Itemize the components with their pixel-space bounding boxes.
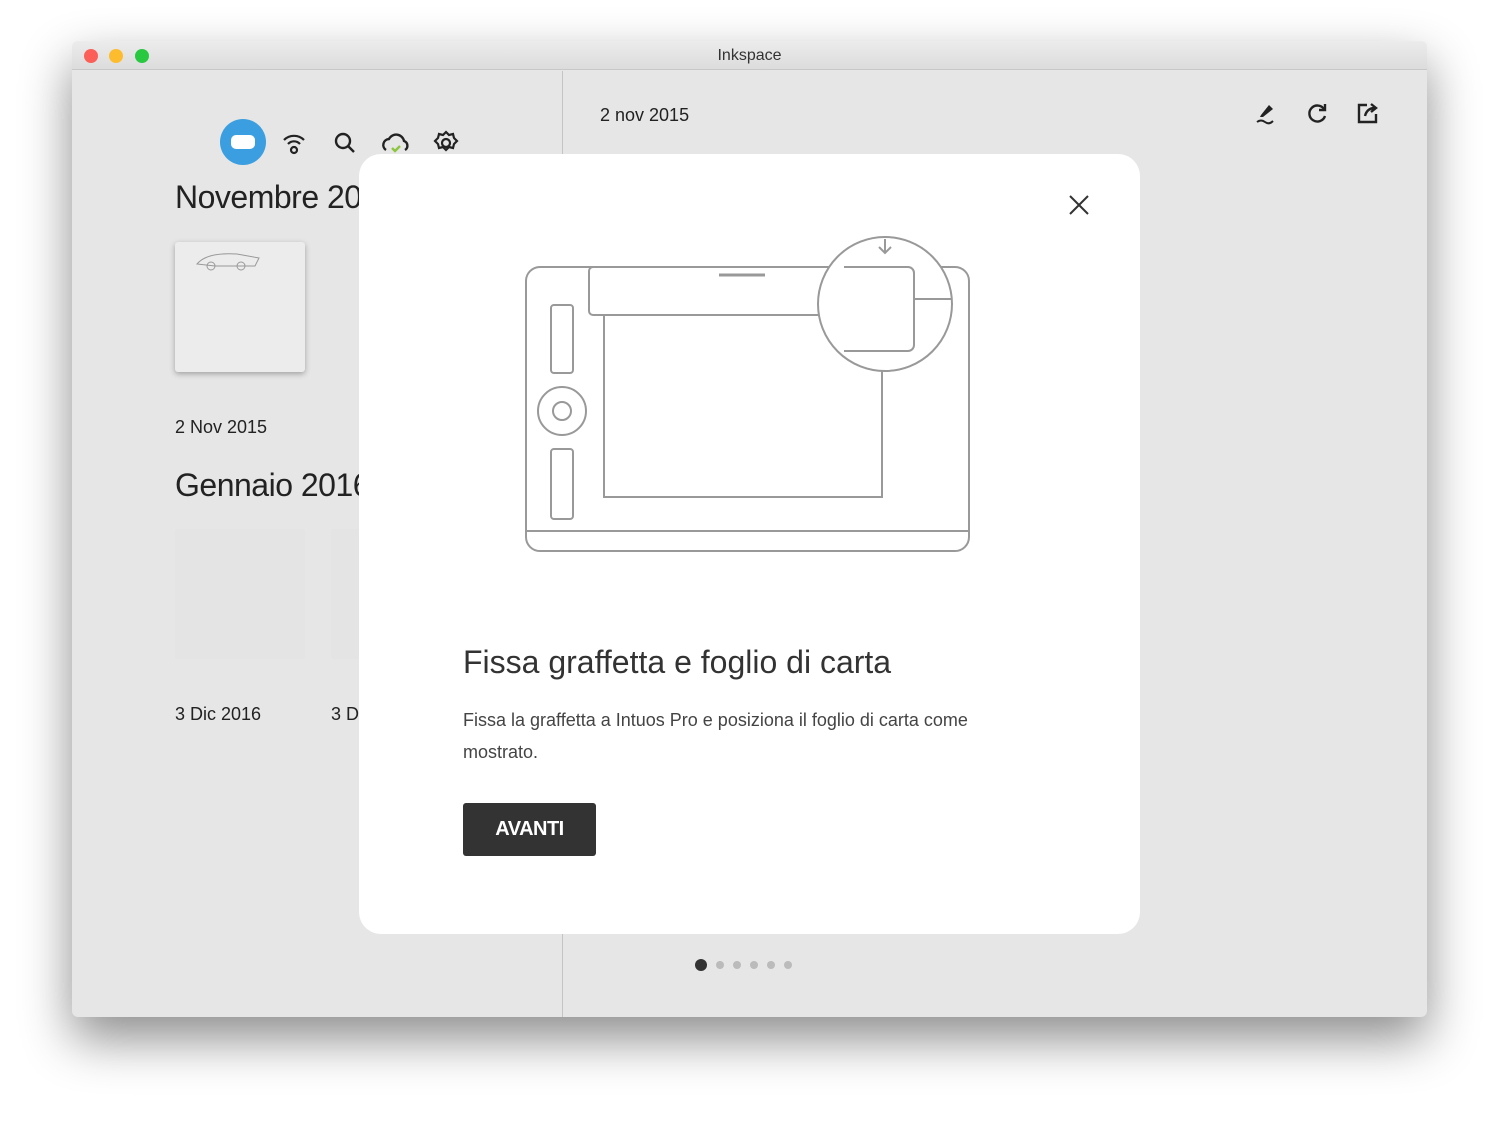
minimize-window-button[interactable] [109,49,123,63]
modal-description: Fissa la graffetta a Intuos Pro e posizi… [463,710,968,762]
next-button[interactable]: AVANTI [463,803,596,856]
modal-title: Fissa graffetta e foglio di carta [463,644,892,680]
redo-icon[interactable] [1300,96,1334,130]
page-dot-active[interactable] [695,959,707,971]
section-heading: Gennaio 2016 [175,467,371,503]
pen-icon[interactable] [1249,96,1283,130]
share-icon[interactable] [1351,96,1385,130]
main-date: 2 nov 2015 [600,105,690,125]
note-date: 2 Nov 2015 [175,417,268,437]
onboarding-modal: Fissa graffetta e foglio di carta Fissa … [359,154,1140,934]
window-title: Inkspace [717,47,782,64]
page-dot[interactable] [750,961,758,969]
pagination-dots [695,959,792,971]
page-dot[interactable] [767,961,775,969]
close-window-button[interactable] [84,49,98,63]
page-dot[interactable] [784,961,792,969]
zoom-window-button[interactable] [135,49,149,63]
page-dot[interactable] [733,961,741,969]
close-icon[interactable] [1062,188,1096,222]
search-icon[interactable] [328,126,362,160]
note-thumbnail[interactable] [175,242,305,372]
note-date: 3 Dic 2016 [175,704,262,724]
title-bar: Inkspace [72,41,1427,70]
page-dot[interactable] [716,961,724,969]
note-thumbnail[interactable] [175,529,305,659]
tablet-illustration [525,236,970,552]
app-window: Inkspace Novembre 2015 2 Nov 2015 Gennai… [72,41,1427,1017]
wifi-icon[interactable] [277,126,311,160]
device-icon[interactable] [220,119,266,165]
